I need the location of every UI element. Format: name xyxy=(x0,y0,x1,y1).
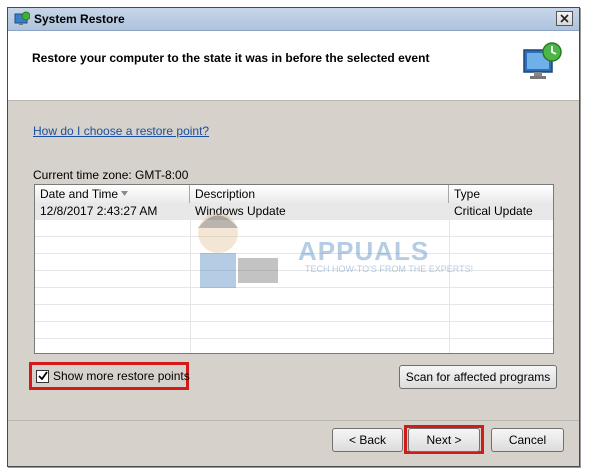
column-header-date[interactable]: Date and Time xyxy=(35,185,190,203)
window-title: System Restore xyxy=(34,12,125,26)
row-type: Critical Update xyxy=(454,204,533,218)
empty-row xyxy=(35,339,553,353)
empty-row xyxy=(35,305,553,322)
wizard-header: Restore your computer to the state it wa… xyxy=(8,31,579,101)
footer-separator xyxy=(8,420,579,421)
column-header-date-label: Date and Time xyxy=(40,187,119,201)
cancel-button[interactable]: Cancel xyxy=(491,428,564,452)
show-more-option[interactable]: Show more restore points xyxy=(36,369,190,383)
system-restore-window: System Restore Restore your computer to … xyxy=(7,7,580,467)
column-header-description[interactable]: Description xyxy=(190,185,449,203)
timezone-label: Current time zone: GMT-8:00 xyxy=(33,168,189,182)
system-restore-icon xyxy=(14,11,30,25)
column-header-type-label: Type xyxy=(454,187,481,201)
list-header: Date and Time Description Type xyxy=(35,185,553,204)
next-button[interactable]: Next > xyxy=(408,428,480,452)
watermark-title: APPUALS xyxy=(298,236,430,266)
help-link[interactable]: How do I choose a restore point? xyxy=(33,124,209,138)
row-date: 12/8/2017 2:43:27 AM xyxy=(40,204,158,218)
column-header-type[interactable]: Type xyxy=(449,185,553,203)
back-button[interactable]: < Back xyxy=(332,428,403,452)
title-bar[interactable]: System Restore xyxy=(8,8,579,31)
checkmark-icon xyxy=(37,371,48,381)
show-more-checkbox[interactable] xyxy=(36,369,49,383)
column-header-description-label: Description xyxy=(195,187,256,201)
column-divider xyxy=(449,203,450,353)
close-icon xyxy=(560,14,569,23)
sort-down-icon xyxy=(121,191,128,196)
header-title: Restore your computer to the state it wa… xyxy=(32,51,430,65)
restore-computer-icon xyxy=(523,42,562,79)
empty-row xyxy=(35,322,553,339)
watermark-subtitle: TECH HOW-TO'S FROM THE EXPERTS! xyxy=(305,264,474,274)
show-more-label: Show more restore points xyxy=(53,369,190,383)
scan-affected-programs-button[interactable]: Scan for affected programs xyxy=(399,365,557,389)
close-button[interactable] xyxy=(556,11,573,26)
